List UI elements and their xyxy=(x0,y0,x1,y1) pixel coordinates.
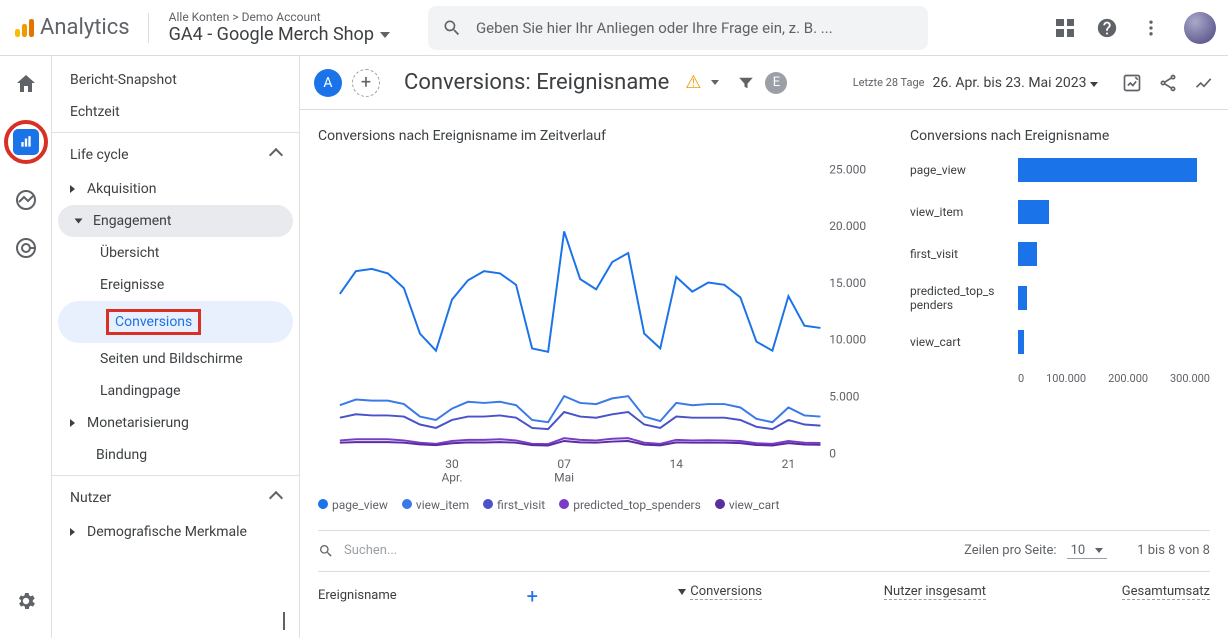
col-users[interactable]: Nutzer insgesamt xyxy=(762,584,986,608)
svg-text:25.000: 25.000 xyxy=(829,162,866,176)
svg-text:10.000: 10.000 xyxy=(829,333,866,347)
chevron-up-icon xyxy=(269,148,283,162)
line-card-title: Conversions nach Ereignisname im Zeitver… xyxy=(318,128,886,144)
chevron-down-icon xyxy=(380,32,390,38)
search-icon xyxy=(442,18,462,38)
chevron-up-icon xyxy=(269,491,283,505)
nav-eng-pages[interactable]: Seiten und Bildschirme xyxy=(52,343,299,375)
explore-icon[interactable] xyxy=(14,188,38,212)
nav-demographics[interactable]: Demografische Merkmale xyxy=(52,516,299,548)
e-chip[interactable]: E xyxy=(765,72,787,94)
home-icon[interactable] xyxy=(14,72,38,96)
nav-snapshot[interactable]: Bericht-Snapshot xyxy=(52,64,299,96)
nav-retention[interactable]: Bindung xyxy=(52,439,299,471)
warning-icon[interactable]: ⚠ xyxy=(685,72,701,93)
chart-legend: page_viewview_itemfirst_visitpredicted_t… xyxy=(318,498,886,512)
table-search-input[interactable]: Suchen... xyxy=(344,543,397,558)
svg-text:5.000: 5.000 xyxy=(829,389,859,403)
rows-label: Zeilen pro Seite: xyxy=(964,543,1056,558)
nav-eng-conversions[interactable]: Conversions xyxy=(58,301,293,343)
date-label: Letzte 28 Tage xyxy=(853,76,925,89)
breadcrumb[interactable]: Alle Konten > Demo Account xyxy=(169,10,390,24)
svg-text:14: 14 xyxy=(670,457,684,471)
nav-acquisition[interactable]: Akquisition xyxy=(52,173,299,205)
svg-text:0: 0 xyxy=(829,446,836,460)
nav-eng-overview[interactable]: Übersicht xyxy=(52,237,299,269)
line-chart: 0 5.000 10.000 15.000 20.000 25.000 30Apr. 07Ma… xyxy=(318,158,886,486)
avatar[interactable] xyxy=(1184,12,1216,44)
chevron-down-icon xyxy=(1095,548,1103,553)
svg-text:Mai: Mai xyxy=(554,470,574,484)
svg-text:20.000: 20.000 xyxy=(829,219,866,233)
svg-text:21: 21 xyxy=(782,457,796,471)
highlight-circle xyxy=(4,120,48,164)
bar-chart: page_viewview_itemfirst_visitpredicted_t… xyxy=(910,158,1210,354)
nav-lifecycle[interactable]: Life cycle xyxy=(52,137,299,173)
filter-icon[interactable] xyxy=(737,74,755,92)
nav-monetization[interactable]: Monetarisierung xyxy=(52,407,299,439)
search-input[interactable]: Geben Sie hier Ihr Anliegen oder Ihre Fr… xyxy=(428,6,928,50)
svg-text:07: 07 xyxy=(557,457,571,471)
svg-text:15.000: 15.000 xyxy=(829,276,866,290)
search-placeholder: Geben Sie hier Ihr Anliegen oder Ihre Fr… xyxy=(476,19,833,37)
sort-down-icon xyxy=(678,589,686,595)
share-icon[interactable] xyxy=(1158,73,1178,93)
property-selector[interactable]: GA4 - Google Merch Shop xyxy=(169,24,390,45)
col-eventname[interactable]: Ereignisname + xyxy=(318,584,538,608)
nav-eng-events[interactable]: Ereignisse xyxy=(52,269,299,301)
col-revenue[interactable]: Gesamtumsatz xyxy=(986,584,1210,608)
product-name: Analytics xyxy=(40,15,130,40)
svg-text:Apr.: Apr. xyxy=(441,470,462,484)
chevron-down-icon xyxy=(1090,82,1098,87)
svg-text:30: 30 xyxy=(445,457,459,471)
col-conversions[interactable]: Conversions xyxy=(538,584,762,608)
customize-icon[interactable] xyxy=(1122,73,1142,93)
collapse-button[interactable] xyxy=(283,612,285,628)
side-nav: Bericht-Snapshot Echtzeit Life cycle Akq… xyxy=(52,56,300,638)
gear-icon[interactable] xyxy=(15,590,37,616)
ga-logo[interactable]: Analytics xyxy=(12,15,130,40)
bar-card-title: Conversions nach Ereignisname xyxy=(910,128,1210,144)
segment-a-chip[interactable]: A xyxy=(314,69,342,97)
ads-icon[interactable] xyxy=(14,236,38,260)
insights-icon[interactable] xyxy=(1194,73,1214,93)
nav-user[interactable]: Nutzer xyxy=(52,480,299,516)
help-icon[interactable] xyxy=(1096,17,1118,39)
apps-icon[interactable] xyxy=(1056,19,1074,37)
chevron-down-icon[interactable] xyxy=(711,80,719,85)
rows-range: 1 bis 8 von 8 xyxy=(1137,543,1210,558)
add-segment-button[interactable]: + xyxy=(352,69,380,97)
nav-eng-landing[interactable]: Landingpage xyxy=(52,375,299,407)
more-icon[interactable] xyxy=(1140,17,1162,39)
analytics-logo-icon xyxy=(12,16,36,40)
reports-nav-icon[interactable] xyxy=(4,120,48,164)
nav-engagement[interactable]: Engagement xyxy=(58,205,293,237)
nav-realtime[interactable]: Echtzeit xyxy=(52,96,299,128)
report-title: Conversions: Ereignisname xyxy=(404,70,669,95)
add-dimension-button[interactable]: + xyxy=(527,584,538,608)
date-range[interactable]: 26. Apr. bis 23. Mai 2023 xyxy=(933,75,1099,91)
search-icon xyxy=(318,543,334,559)
rows-select[interactable]: 10 xyxy=(1067,543,1108,559)
